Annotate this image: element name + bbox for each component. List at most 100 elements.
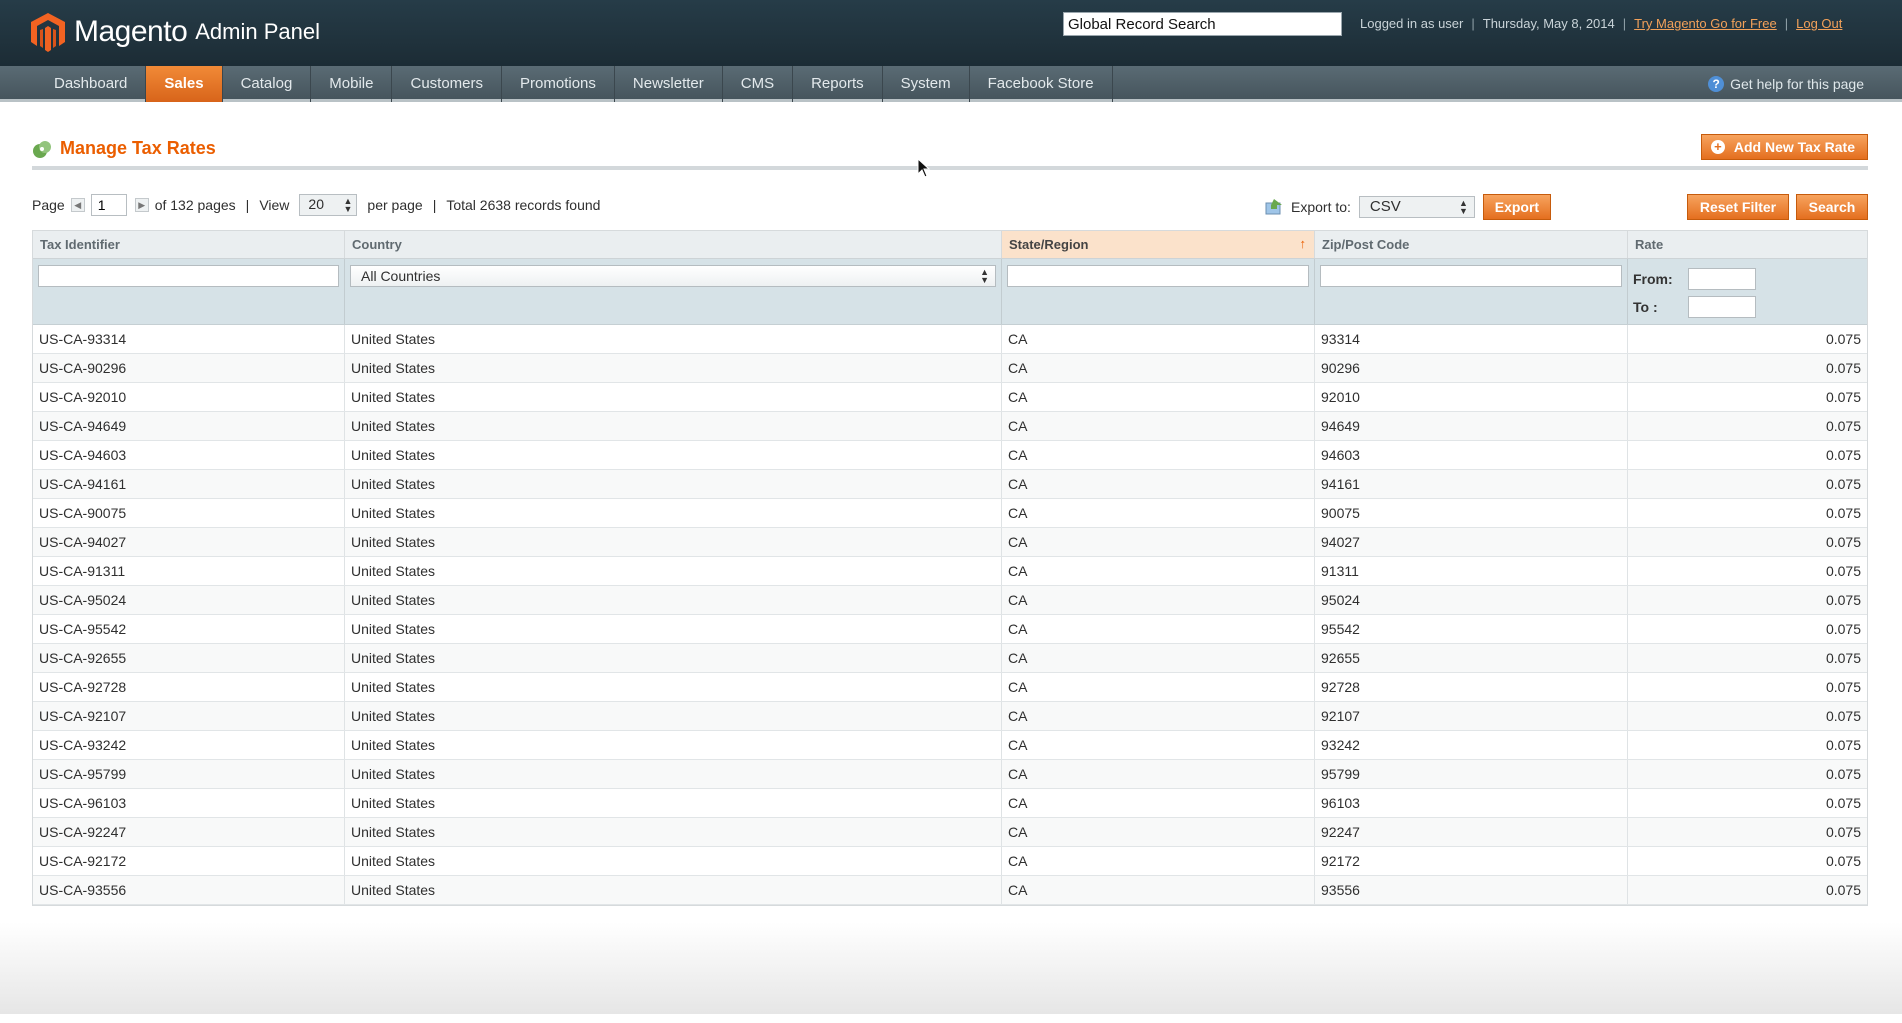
add-new-tax-rate-button[interactable]: + Add New Tax Rate — [1700, 134, 1868, 160]
export-label: Export to: — [1291, 199, 1351, 215]
cell-zip-post-code: 92107 — [1315, 702, 1628, 730]
nav-item-cms[interactable]: CMS — [723, 66, 794, 102]
per-page-select[interactable]: 20 ▲ ▼ — [299, 194, 358, 216]
column-header-zip-post-code[interactable]: Zip/Post Code — [1315, 231, 1628, 258]
table-row[interactable]: US-CA-92728 United States CA 92728 0.075 — [33, 673, 1867, 702]
next-page-arrow-icon[interactable]: ▶ — [134, 198, 149, 212]
page-title: Manage Tax Rates — [32, 138, 216, 159]
per-page-label: per page — [367, 197, 423, 213]
table-row[interactable]: US-CA-93242 United States CA 93242 0.075 — [33, 731, 1867, 760]
cell-state-region: CA — [1002, 615, 1315, 643]
cell-state-region: CA — [1002, 876, 1315, 904]
rate-to-label: To : — [1633, 299, 1658, 315]
table-row[interactable]: US-CA-92010 United States CA 92010 0.075 — [33, 383, 1867, 412]
table-row[interactable]: US-CA-94649 United States CA 94649 0.075 — [33, 412, 1867, 441]
column-header-tax-identifier[interactable]: Tax Identifier — [33, 231, 345, 258]
cell-state-region: CA — [1002, 644, 1315, 672]
cell-rate: 0.075 — [1825, 621, 1861, 637]
reset-filter-button[interactable]: Reset Filter — [1687, 194, 1789, 220]
nav-list: Dashboard Sales Catalog Mobile Customers Prom… — [36, 66, 1113, 102]
zip-filter-input[interactable] — [1320, 265, 1622, 287]
table-row[interactable]: US-CA-93314 United States CA 93314 0.075 — [33, 325, 1867, 354]
table-row[interactable]: US-CA-94161 United States CA 94161 0.075 — [33, 470, 1867, 499]
table-row[interactable]: US-CA-94603 United States CA 94603 0.075 — [33, 441, 1867, 470]
global-record-search-input[interactable] — [1063, 12, 1342, 36]
table-row[interactable]: US-CA-95542 United States CA 95542 0.075 — [33, 615, 1867, 644]
nav-item-facebook-store[interactable]: Facebook Store — [970, 66, 1113, 102]
cell-state-region: CA — [1002, 528, 1315, 556]
cell-country: United States — [345, 615, 1002, 643]
table-row[interactable]: US-CA-95799 United States CA 95799 0.075 — [33, 760, 1867, 789]
column-header-rate[interactable]: Rate — [1628, 231, 1867, 258]
state-region-filter-input[interactable] — [1007, 265, 1309, 287]
nav-item-customers[interactable]: Customers — [392, 66, 503, 102]
table-row[interactable]: US-CA-93556 United States CA 93556 0.075 — [33, 876, 1867, 905]
cell-tax-identifier: US-CA-90075 — [33, 499, 345, 527]
nav-item-dashboard[interactable]: Dashboard — [36, 66, 147, 102]
separator: | — [432, 197, 437, 213]
cell-zip-post-code: 92247 — [1315, 818, 1628, 846]
footer-area — [0, 922, 1902, 1014]
nav-item-sales[interactable]: Sales — [146, 66, 223, 102]
nav-item-newsletter[interactable]: Newsletter — [615, 66, 723, 102]
export-button[interactable]: Export — [1482, 194, 1551, 220]
cell-country: United States — [345, 673, 1002, 701]
nav-item-system[interactable]: System — [883, 66, 970, 102]
cell-rate: 0.075 — [1825, 563, 1861, 579]
cell-tax-identifier: US-CA-92172 — [33, 847, 345, 875]
cell-state-region: CA — [1002, 354, 1315, 382]
table-row[interactable]: US-CA-92655 United States CA 92655 0.075 — [33, 644, 1867, 673]
try-magento-go-link[interactable]: Try Magento Go for Free — [1634, 16, 1777, 31]
nav-item-reports[interactable]: Reports — [793, 66, 883, 102]
cell-country: United States — [345, 702, 1002, 730]
table-row[interactable]: US-CA-92172 United States CA 92172 0.075 — [33, 847, 1867, 876]
table-row[interactable]: US-CA-96103 United States CA 96103 0.075 — [33, 789, 1867, 818]
cell-rate: 0.075 — [1825, 389, 1861, 405]
table-row[interactable]: US-CA-94027 United States CA 94027 0.075 — [33, 528, 1867, 557]
cell-country: United States — [345, 499, 1002, 527]
tax-identifier-filter-input[interactable] — [38, 265, 339, 287]
log-out-link[interactable]: Log Out — [1796, 16, 1842, 31]
cell-state-region: CA — [1002, 325, 1315, 353]
table-row[interactable]: US-CA-90075 United States CA 90075 0.075 — [33, 499, 1867, 528]
brand-subtitle: Admin Panel — [195, 19, 320, 44]
filter-row: All Countries ▲ ▼ From: To : — [33, 259, 1867, 325]
nav-item-mobile[interactable]: Mobile — [311, 66, 393, 102]
page-header: Manage Tax Rates + Add New Tax Rate — [32, 134, 1868, 170]
table-row[interactable]: US-CA-91311 United States CA 91311 0.075 — [33, 557, 1867, 586]
select-arrows-icon: ▲ ▼ — [343, 196, 353, 214]
cell-state-region: CA — [1002, 499, 1315, 527]
search-button[interactable]: Search — [1796, 194, 1868, 220]
cell-country: United States — [345, 760, 1002, 788]
rate-from-input[interactable] — [1688, 268, 1756, 290]
export-format-value: CSV — [1369, 198, 1401, 215]
help-link[interactable]: ? Get help for this page — [1708, 66, 1864, 102]
cell-tax-identifier: US-CA-95024 — [33, 586, 345, 614]
cell-country: United States — [345, 876, 1002, 904]
country-filter-select[interactable]: All Countries ▲ ▼ — [350, 265, 996, 287]
table-row[interactable]: US-CA-95024 United States CA 95024 0.075 — [33, 586, 1867, 615]
cell-zip-post-code: 95799 — [1315, 760, 1628, 788]
magento-logo[interactable]: Magento Admin Panel — [30, 10, 320, 54]
cell-tax-identifier: US-CA-90296 — [33, 354, 345, 382]
rate-range-filter: From: To : — [1628, 259, 1867, 324]
separator: | — [1784, 16, 1789, 31]
table-row[interactable]: US-CA-92247 United States CA 92247 0.075 — [33, 818, 1867, 847]
table-row[interactable]: US-CA-90296 United States CA 90296 0.075 — [33, 354, 1867, 383]
date-text: Thursday, May 8, 2014 — [1482, 16, 1615, 31]
table-row[interactable]: US-CA-92107 United States CA 92107 0.075 — [33, 702, 1867, 731]
cell-country: United States — [345, 354, 1002, 382]
prev-page-arrow-icon[interactable]: ◀ — [70, 198, 85, 212]
cell-tax-identifier: US-CA-93314 — [33, 325, 345, 353]
cell-rate: 0.075 — [1825, 418, 1861, 434]
export-format-select[interactable]: CSV ▲ ▼ — [1358, 196, 1475, 218]
nav-item-catalog[interactable]: Catalog — [223, 66, 312, 102]
column-header-country[interactable]: Country — [345, 231, 1002, 258]
cell-zip-post-code: 93242 — [1315, 731, 1628, 759]
cell-tax-identifier: US-CA-93556 — [33, 876, 345, 904]
cell-rate: 0.075 — [1825, 737, 1861, 753]
page-number-input[interactable] — [90, 194, 127, 216]
rate-to-input[interactable] — [1688, 296, 1756, 318]
nav-item-promotions[interactable]: Promotions — [502, 66, 615, 102]
column-header-state-region[interactable]: State/Region ↑ — [1002, 231, 1315, 258]
